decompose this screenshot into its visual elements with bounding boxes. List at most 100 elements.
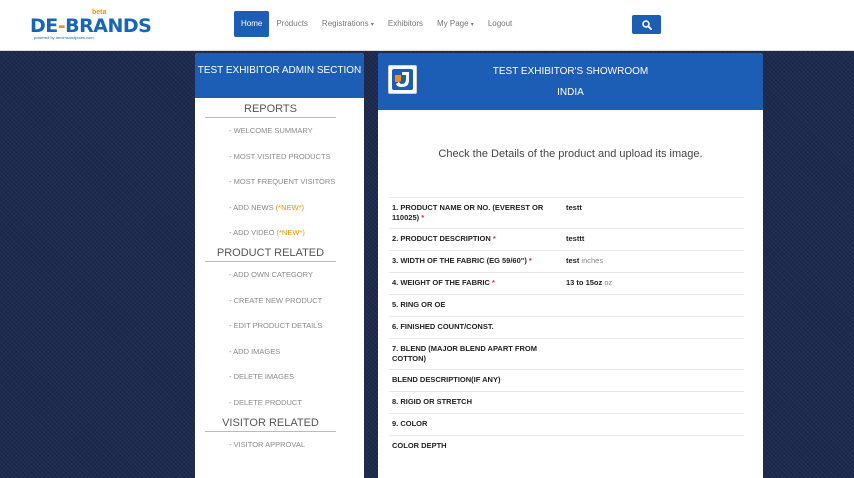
detail-value-text: test <box>566 256 580 265</box>
detail-label-text: COLOR DEPTH <box>392 441 447 450</box>
detail-value <box>566 375 744 386</box>
nav-item-label: Logout <box>487 19 513 28</box>
nav-item-label: Registrations <box>321 19 369 28</box>
sidebar-link-visitor-approval[interactable]: - VISITOR APPROVAL <box>195 432 364 458</box>
panel-header: TEST EXHIBITOR'S SHOWROOM INDIA <box>378 53 763 110</box>
sidebar-link-edit-product-details[interactable]: - EDIT PRODUCT DETAILS <box>195 313 364 339</box>
sidebar-link-add-images[interactable]: - ADD IMAGES <box>195 339 364 365</box>
detail-value: test inches <box>566 256 744 267</box>
sidebar-link-welcome-summary[interactable]: - WELCOME SUMMARY <box>195 118 364 144</box>
detail-unit: inches <box>579 256 604 265</box>
detail-row: 9. COLOR <box>389 413 744 435</box>
detail-label: 7. BLEND (MAJOR BLEND APART FROM COTTON) <box>392 344 566 364</box>
sidebar-link-add-news[interactable]: - ADD NEWS (*NEW*) <box>195 195 364 221</box>
detail-row: 3. WIDTH OF THE FABRIC (EG 59/60") * test… <box>389 250 744 272</box>
detail-label-text: 9. COLOR <box>392 419 428 428</box>
sidebar-link-label: - ADD VIDEO <box>229 228 277 238</box>
chevron-down-icon: ▾ <box>370 22 374 28</box>
detail-value-text: testt <box>566 203 582 212</box>
required-asterisk: * <box>526 256 532 265</box>
sidebar-section-reports: REPORTS <box>205 103 336 118</box>
sidebar-menu: REPORTS - WELCOME SUMMARY - MOST VISITED P… <box>195 103 364 457</box>
detail-row: BLEND DESCRIPTION(IF ANY) <box>389 369 744 391</box>
nav-item-label: Exhibitors <box>387 19 423 28</box>
top-navbar: DE-BRANDS beta powered by denimsandjeans… <box>0 0 854 51</box>
detail-label-text: 8. RIGID OR STRETCH <box>392 397 473 406</box>
nav-item-products[interactable]: Products <box>269 11 315 37</box>
sidebar-link-delete-product[interactable]: - DELETE PRODUCT <box>195 390 364 416</box>
sidebar-link-label: - DELETE PRODUCT <box>229 397 302 407</box>
sidebar-link-label: - ADD IMAGES <box>229 346 281 356</box>
sidebar-section-visitor-related: VISITOR RELATED <box>205 417 336 432</box>
sidebar-link-most-frequent-visitors[interactable]: - MOST FREQUENT VISITORS <box>195 169 364 195</box>
detail-row: 1. PRODUCT NAME OR NO. (EVEREST OR 11002… <box>389 197 744 228</box>
new-badge: (*NEW*) <box>276 228 305 238</box>
search-button[interactable] <box>632 15 661 34</box>
detail-label: 4. WEIGHT OF THE FABRIC * <box>392 278 566 289</box>
new-badge: (*NEW*) <box>275 202 305 212</box>
sidebar-link-create-new-product[interactable]: - CREATE NEW PRODUCT <box>195 288 364 314</box>
detail-label-text: 4. WEIGHT OF THE FABRIC <box>392 278 490 287</box>
product-details-table: 1. PRODUCT NAME OR NO. (EVEREST OR 11002… <box>389 197 744 457</box>
showroom-country: INDIA <box>557 87 584 98</box>
logo-beta-badge: beta <box>92 9 107 16</box>
nav-item-registrations[interactable]: Registrations ▾ <box>315 11 381 37</box>
detail-label-text: 3. WIDTH OF THE FABRIC (EG 59/60") <box>392 256 527 265</box>
logo-text: DE-BRANDS <box>30 15 152 37</box>
chevron-down-icon: ▾ <box>470 22 474 28</box>
sidebar-link-delete-images[interactable]: - DELETE IMAGES <box>195 364 364 390</box>
nav-item-my-page[interactable]: My Page ▾ <box>430 11 481 37</box>
sidebar-title: TEST EXHIBITOR ADMIN SECTION <box>195 53 364 98</box>
nav-item-home[interactable]: Home <box>234 11 270 37</box>
nav-item-exhibitors[interactable]: Exhibitors <box>381 11 430 37</box>
search-icon <box>641 19 652 30</box>
sidebar-link-label: - EDIT PRODUCT DETAILS <box>229 321 323 331</box>
nav-item-label: Products <box>276 19 308 28</box>
required-asterisk: * <box>419 213 425 222</box>
detail-value <box>566 300 744 311</box>
detail-row: 6. FINISHED COUNT/CONST. <box>389 316 744 338</box>
main-nav: Home Products Registrations ▾ Exhibitors My … <box>234 11 519 37</box>
nav-item-logout[interactable]: Logout <box>481 11 519 37</box>
de-brands-logo[interactable]: DE-BRANDS beta powered by denimsandjeans… <box>30 9 152 41</box>
detail-value-text: 13 to 15oz <box>566 278 603 287</box>
detail-row: 7. BLEND (MAJOR BLEND APART FROM COTTON) <box>389 338 744 369</box>
detail-label: 1. PRODUCT NAME OR NO. (EVEREST OR 11002… <box>392 203 566 223</box>
logo-tagline: powered by denimsandjeans.com <box>34 35 94 40</box>
showroom-panel: TEST EXHIBITOR'S SHOWROOM INDIA Check th… <box>378 53 763 478</box>
required-asterisk: * <box>490 234 496 243</box>
detail-row: 4. WEIGHT OF THE FABRIC * 13 to 15oz oz <box>389 272 744 294</box>
detail-label-text: 7. BLEND (MAJOR BLEND APART FROM COTTON) <box>392 344 537 363</box>
detail-value: 13 to 15oz oz <box>566 278 744 289</box>
sidebar-link-label: - WELCOME SUMMARY <box>229 126 313 135</box>
sidebar-link-label: - CREATE NEW PRODUCT <box>229 295 323 305</box>
detail-row: COLOR DEPTH <box>389 435 744 457</box>
sidebar-section-product-related: PRODUCT RELATED <box>205 247 336 262</box>
sidebar-link-label: - VISITOR APPROVAL <box>229 439 305 449</box>
detail-row: 5. RING OR OE <box>389 294 744 316</box>
required-asterisk: * <box>489 278 495 287</box>
detail-label: 8. RIGID OR STRETCH <box>392 397 566 408</box>
detail-label-text: 6. FINISHED COUNT/CONST. <box>392 322 494 331</box>
detail-label-text: 5. RING OR OE <box>392 300 446 309</box>
detail-label: 3. WIDTH OF THE FABRIC (EG 59/60") * <box>392 256 566 267</box>
detail-value <box>566 419 744 430</box>
sidebar-link-most-visited-products[interactable]: - MOST VISITED PRODUCTS <box>195 144 364 170</box>
detail-label: BLEND DESCRIPTION(IF ANY) <box>392 375 566 386</box>
showroom-title: TEST EXHIBITOR'S SHOWROOM <box>492 66 649 77</box>
intro-text: Check the Details of the product and upl… <box>438 148 703 160</box>
detail-value <box>566 322 744 333</box>
detail-row: 8. RIGID OR STRETCH <box>389 391 744 413</box>
sidebar-link-label: - ADD NEWS <box>229 202 276 212</box>
detail-value <box>566 397 744 408</box>
detail-label: 5. RING OR OE <box>392 300 566 311</box>
sidebar-link-label: - MOST VISITED PRODUCTS <box>229 151 331 161</box>
detail-value: testt <box>566 203 744 223</box>
sidebar-link-label: - ADD OWN CATEGORY <box>229 269 313 279</box>
sidebar-link-add-own-category[interactable]: - ADD OWN CATEGORY <box>195 262 364 288</box>
sidebar-link-add-video[interactable]: - ADD VIDEO (*NEW*) <box>195 220 364 246</box>
detail-label: 2. PRODUCT DESCRIPTION * <box>392 234 566 245</box>
admin-sidebar: TEST EXHIBITOR ADMIN SECTION REPORTS - WE… <box>195 53 364 478</box>
detail-label: COLOR DEPTH <box>392 441 566 452</box>
nav-item-label: My Page <box>436 19 469 28</box>
